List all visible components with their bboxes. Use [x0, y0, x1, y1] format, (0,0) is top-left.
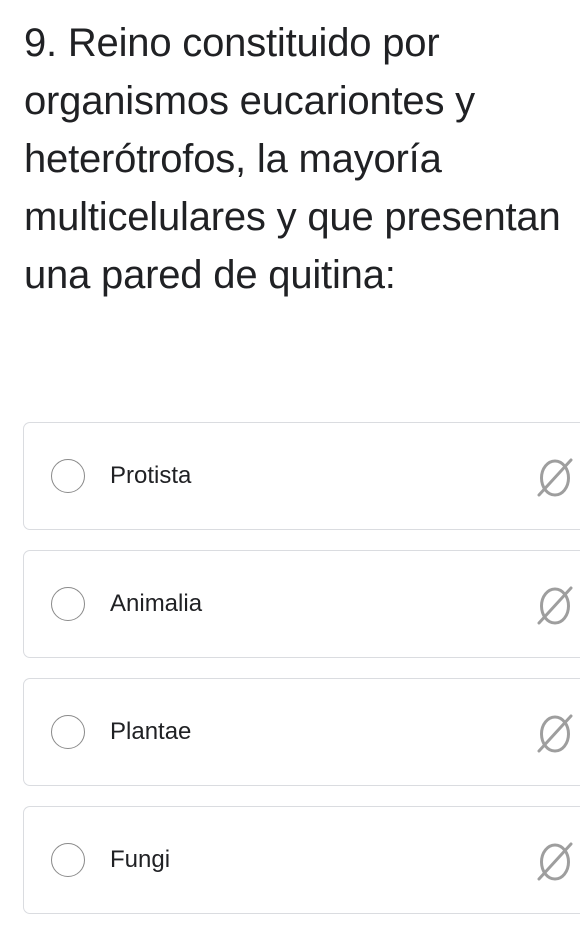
- option-label: Protista: [110, 462, 192, 489]
- empty-set-icon[interactable]: [532, 455, 578, 501]
- empty-set-icon[interactable]: [532, 839, 578, 885]
- answer-options: Protista Animalia Plantae Fungi: [23, 422, 580, 934]
- empty-set-icon[interactable]: [532, 583, 578, 629]
- option-label: Animalia: [110, 590, 203, 617]
- option-plantae[interactable]: Plantae: [23, 678, 580, 786]
- option-label: Plantae: [110, 718, 192, 745]
- option-protista[interactable]: Protista: [23, 422, 580, 530]
- radio-button[interactable]: [51, 843, 85, 877]
- empty-set-icon[interactable]: [532, 711, 578, 757]
- option-label: Fungi: [110, 846, 171, 873]
- radio-button[interactable]: [51, 459, 85, 493]
- radio-button[interactable]: [51, 715, 85, 749]
- option-animalia[interactable]: Animalia: [23, 550, 580, 658]
- question-text: 9. Reino constituido por organismos euca…: [24, 21, 561, 297]
- radio-button[interactable]: [51, 587, 85, 621]
